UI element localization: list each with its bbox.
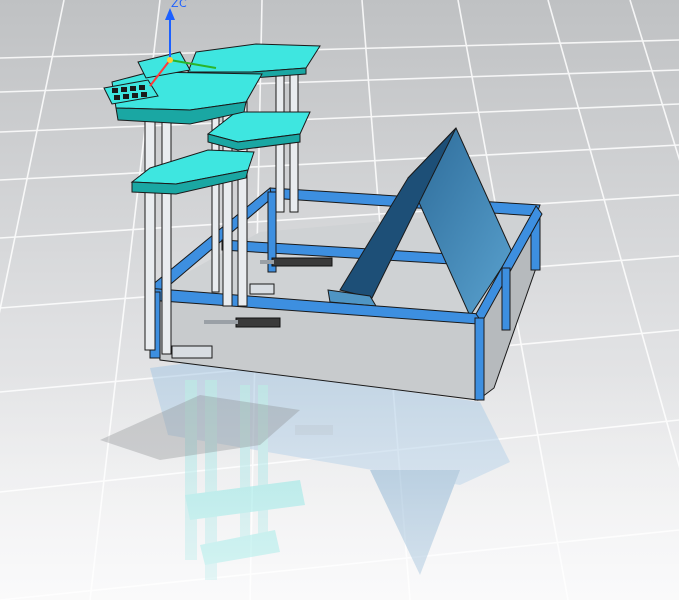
axis-z-label: ZC bbox=[171, 0, 188, 10]
3d-scene[interactable] bbox=[0, 0, 679, 600]
frame-post[interactable] bbox=[474, 317, 485, 401]
3d-viewport[interactable]: ZC bbox=[0, 0, 679, 600]
frame-post[interactable] bbox=[501, 267, 511, 331]
reflection-fade bbox=[0, 370, 679, 600]
